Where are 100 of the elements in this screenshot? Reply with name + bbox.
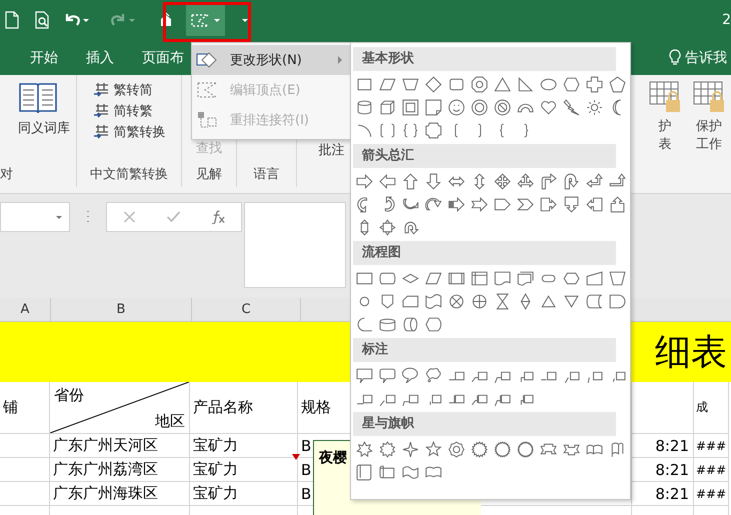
arrow-icon <box>92 81 110 99</box>
arrow-icon[interactable] <box>378 218 397 237</box>
arrow-icon[interactable] <box>562 172 581 191</box>
shape-icon[interactable] <box>608 75 627 94</box>
table-cell: 铺 <box>0 382 50 434</box>
protect-button[interactable]: 护 表 <box>645 80 685 193</box>
shape-icon[interactable] <box>401 98 420 117</box>
flowchart-symbol-icon[interactable] <box>355 315 374 334</box>
group-label: 见解 <box>196 166 222 183</box>
flowchart-symbol-icon[interactable] <box>608 292 627 311</box>
shape-icon[interactable] <box>562 75 581 94</box>
arrow-icon[interactable] <box>516 172 535 191</box>
callout-icon[interactable] <box>424 366 443 385</box>
arrow-icon[interactable] <box>608 195 627 214</box>
section-header: 基本形状 <box>353 47 616 71</box>
arrow-icon[interactable] <box>470 195 489 214</box>
arrow-icon[interactable] <box>424 172 443 191</box>
arrow-icon[interactable] <box>355 172 374 191</box>
shape-icon[interactable] <box>355 98 374 117</box>
table-cell: 地区 <box>155 412 185 431</box>
table-cell: 省份 <box>54 386 84 405</box>
column-header[interactable]: C <box>192 298 301 321</box>
conversion-button[interactable]: 简转繁 <box>114 102 152 120</box>
flowchart-symbol-icon[interactable] <box>493 269 512 288</box>
shape-icon[interactable] <box>378 121 397 140</box>
thesaurus-button[interactable]: 同义词库 <box>18 119 70 137</box>
arrow-icon[interactable] <box>539 172 558 191</box>
menu-item[interactable]: 更改形状(N) <box>192 45 351 75</box>
locked-sheet-icon <box>648 80 682 114</box>
shape-icon[interactable] <box>585 98 604 117</box>
group-label: 对 <box>0 166 13 183</box>
shape-icon[interactable] <box>378 98 397 117</box>
function-icon[interactable] <box>211 210 226 224</box>
comment-indicator-icon <box>292 454 300 462</box>
flowchart-symbol-icon[interactable] <box>424 292 443 311</box>
group-label: 语言 <box>254 166 280 183</box>
flowchart-symbol-icon[interactable] <box>516 269 535 288</box>
shape-icon[interactable] <box>447 98 466 117</box>
arrow-icon[interactable] <box>378 172 397 191</box>
table-cell: ### <box>694 458 729 482</box>
caret-icon <box>55 213 63 221</box>
arrow-icon[interactable] <box>401 172 420 191</box>
shape-icon[interactable] <box>493 75 512 94</box>
section-header: 箭头总汇 <box>353 144 616 168</box>
flowchart-symbol-icon[interactable] <box>470 292 489 311</box>
flowchart-symbol-icon[interactable] <box>585 269 604 288</box>
protect-button[interactable]: 保护 工作 <box>689 80 729 193</box>
shape-icon[interactable] <box>585 75 604 94</box>
shape-icon[interactable] <box>493 98 512 117</box>
flowchart-symbol-icon[interactable] <box>401 315 420 334</box>
arrow-icon[interactable] <box>493 172 512 191</box>
arrow-icon[interactable] <box>562 195 581 214</box>
shape-icon[interactable] <box>401 121 420 140</box>
arrow-icon[interactable] <box>447 195 466 214</box>
table-cell <box>632 382 694 434</box>
column-header[interactable]: B <box>51 298 192 321</box>
shape-icon[interactable] <box>424 75 443 94</box>
callout-icon[interactable] <box>355 366 374 385</box>
flowchart-symbol-icon[interactable] <box>608 269 627 288</box>
new-document-icon[interactable] <box>4 11 20 29</box>
edit-shape-button[interactable] <box>186 4 225 36</box>
table-cell: 广东广州荔湾区 <box>50 458 190 482</box>
column-header[interactable]: A <box>0 298 51 321</box>
shape-icon[interactable] <box>424 121 443 140</box>
comment-button[interactable]: 批注 <box>318 141 344 159</box>
customize-toolbar-icon[interactable] <box>241 16 249 24</box>
ribbon-tab[interactable]: 开始 <box>16 40 72 75</box>
shape-icon[interactable] <box>424 98 443 117</box>
section-header: 流程图 <box>353 241 616 265</box>
tell-me-search[interactable]: 告诉我 <box>685 48 727 66</box>
shape-icon[interactable] <box>470 75 489 94</box>
locked-sheet-icon <box>692 80 726 114</box>
shape-icon[interactable] <box>562 98 581 117</box>
table-cell <box>0 458 50 482</box>
table-cell: 8:21 <box>632 482 694 506</box>
arrow-icon[interactable] <box>585 195 604 214</box>
print-preview-icon[interactable] <box>34 11 50 29</box>
flowchart-symbol-icon[interactable] <box>585 292 604 311</box>
table-cell: ### <box>694 434 729 458</box>
flowchart-symbol-icon[interactable] <box>470 269 489 288</box>
shape-icon[interactable] <box>539 98 558 117</box>
callout-icon[interactable] <box>378 366 397 385</box>
flowchart-symbol-icon[interactable] <box>447 292 466 311</box>
shapes-icon <box>196 50 218 70</box>
book-icon <box>18 81 58 115</box>
ribbon-tab[interactable]: 插入 <box>72 40 128 75</box>
window-title: 2 <box>722 12 731 28</box>
shape-icon[interactable] <box>470 98 489 117</box>
flowchart-symbol-icon[interactable] <box>424 315 443 334</box>
table-cell: 广东广州海珠区 <box>50 482 190 506</box>
formula-field[interactable] <box>244 202 346 288</box>
arrow-icon[interactable] <box>539 195 558 214</box>
callout-icon[interactable] <box>401 366 420 385</box>
shape-icon[interactable] <box>516 75 535 94</box>
check-icon[interactable] <box>166 210 182 224</box>
conversion-button[interactable]: 简繁转换 <box>114 123 166 141</box>
submenu-arrow-icon <box>337 56 343 64</box>
group-label: 中文简繁转换 <box>90 166 168 183</box>
arrow-icon <box>92 102 110 120</box>
conversion-button[interactable]: 繁转简 <box>114 81 152 99</box>
